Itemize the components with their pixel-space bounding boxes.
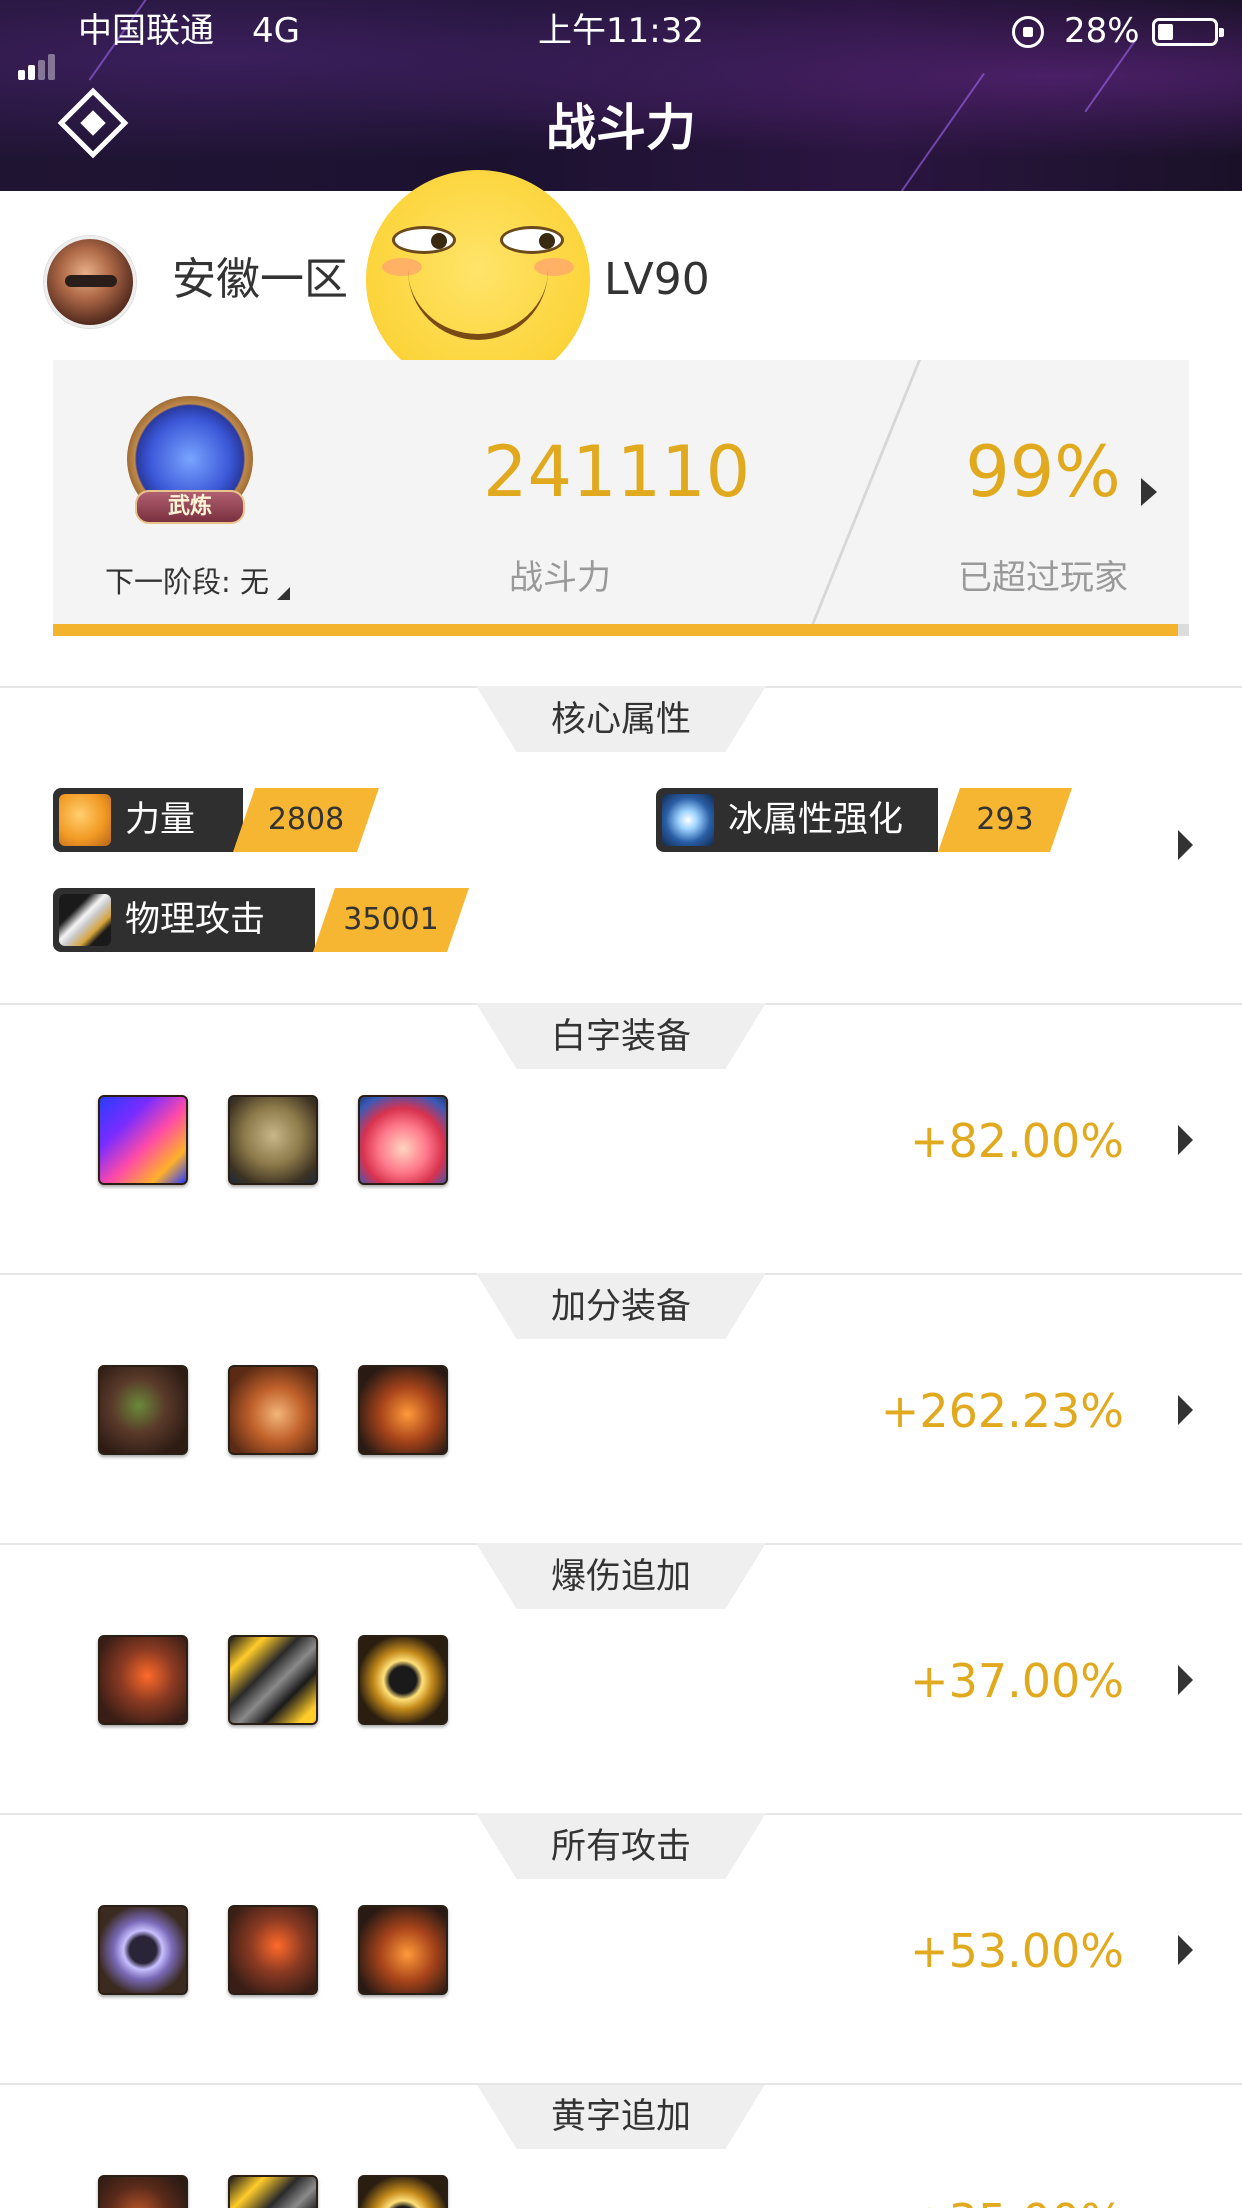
equipment-section-crit[interactable]: 爆伤追加 +37.00% — [0, 1543, 1242, 1815]
attribute-name: 冰属性强化 — [728, 800, 904, 840]
sticker-mouth — [408, 270, 548, 340]
rotation-lock-icon — [1012, 16, 1044, 48]
dropdown-corner-icon — [277, 587, 290, 600]
percentile-value: 99% — [965, 431, 1121, 513]
progress-fill — [53, 624, 1178, 636]
sword-icon — [59, 894, 111, 946]
chevron-right-icon[interactable] — [1178, 1665, 1193, 1695]
bonus-value: +53.00% — [910, 1924, 1124, 1978]
chevron-right-icon[interactable] — [1178, 830, 1193, 860]
attribute-strength[interactable]: 力量 2808 — [53, 788, 379, 852]
section-title: 核心属性 — [550, 700, 691, 740]
status-bar: 中国联通 4G 上午11:32 28% — [0, 0, 1242, 80]
core-attributes-section: 核心属性 力量 2808 冰属性强化 293 物理攻击 35001 — [0, 686, 1242, 1004]
chevron-right-icon[interactable] — [1178, 1395, 1193, 1425]
chevron-right-icon[interactable] — [1178, 1935, 1193, 1965]
battery-fill — [1158, 24, 1174, 40]
next-stage-label: 下一阶段: 无 — [105, 565, 269, 599]
mage-girl-icon[interactable] — [358, 1095, 448, 1185]
next-stage[interactable]: 下一阶段: 无 — [105, 562, 290, 602]
equipment-section-all-attack[interactable]: 所有攻击 +53.00% — [0, 1813, 1242, 2085]
power-score-card[interactable]: 武炼 下一阶段: 无 241110 战斗力 99% 已超过玩家 — [53, 360, 1189, 636]
bracelet-icon[interactable] — [358, 1905, 448, 1995]
attribute-value: 2808 — [233, 788, 379, 852]
section-title: 加分装备 — [550, 1287, 691, 1327]
chevron-right-icon[interactable] — [1178, 1125, 1193, 1155]
armor-boots-icon[interactable] — [228, 1365, 318, 1455]
attribute-value: 293 — [938, 788, 1072, 852]
gauntlet-icon[interactable] — [228, 1905, 318, 1995]
bonus-value: +82.00% — [910, 1114, 1124, 1168]
equipment-section-white[interactable]: 白字装备 +82.00% — [0, 1003, 1242, 1275]
sticker-eye — [500, 226, 564, 254]
bonus-value: +262.23% — [880, 1384, 1124, 1438]
server-name: 安徽一区 — [172, 254, 348, 305]
section-title: 所有攻击 — [550, 1827, 691, 1867]
avatar[interactable] — [44, 236, 136, 328]
sticker-eye — [392, 226, 456, 254]
attribute-name: 力量 — [125, 800, 196, 840]
armor-chest-icon[interactable] — [98, 2175, 188, 2208]
gauntlet-icon[interactable] — [98, 1635, 188, 1725]
strength-arm-icon — [59, 794, 111, 846]
attribute-physical-attack[interactable]: 物理攻击 35001 — [53, 888, 469, 952]
battery-icon — [1152, 18, 1224, 46]
section-title: 爆伤追加 — [550, 1557, 691, 1597]
battery-percent: 28% — [1064, 11, 1140, 51]
bracelet-icon[interactable] — [358, 1365, 448, 1455]
rank-badge-icon: 武炼 — [105, 390, 275, 550]
ice-element-icon — [662, 794, 714, 846]
armor-chest-icon[interactable] — [98, 1365, 188, 1455]
section-title: 白字装备 — [550, 1017, 691, 1057]
attribute-value: 35001 — [313, 888, 469, 952]
badge-label: 武炼 — [135, 490, 245, 524]
power-progress-bar — [53, 624, 1189, 636]
header-bar: 中国联通 4G 上午11:32 28% 战斗力 — [0, 0, 1242, 191]
bonus-value: +37.00% — [910, 1654, 1124, 1708]
page-title: 战斗力 — [546, 99, 696, 157]
gold-ring-icon[interactable] — [358, 1635, 448, 1725]
status-time: 上午11:32 — [538, 11, 704, 51]
black-gold-blade-icon[interactable] — [228, 1635, 318, 1725]
power-label: 战斗力 — [509, 558, 611, 598]
percentile-label: 已超过玩家 — [958, 558, 1128, 598]
equipment-section-yellow[interactable]: 黄字追加 +35.00% — [0, 2083, 1242, 2208]
chevron-right-icon[interactable] — [1141, 478, 1157, 506]
bonus-value: +35.00% — [860, 2191, 1124, 2208]
attribute-ice-enhance[interactable]: 冰属性强化 293 — [656, 788, 1072, 852]
lion-helm-icon[interactable] — [228, 1095, 318, 1185]
attribute-name: 物理攻击 — [125, 900, 266, 940]
player-level: LV90 — [604, 254, 710, 305]
gold-ring-icon[interactable] — [358, 2175, 448, 2208]
black-gold-blade-icon[interactable] — [228, 2175, 318, 2208]
section-title: 黄字追加 — [550, 2097, 691, 2137]
power-value: 241110 — [483, 431, 751, 513]
smiley-face-sticker — [366, 170, 590, 390]
weapon-blade-icon[interactable] — [98, 1095, 188, 1185]
silver-ring-icon[interactable] — [98, 1905, 188, 1995]
equipment-section-bonus[interactable]: 加分装备 +262.23% — [0, 1273, 1242, 1545]
